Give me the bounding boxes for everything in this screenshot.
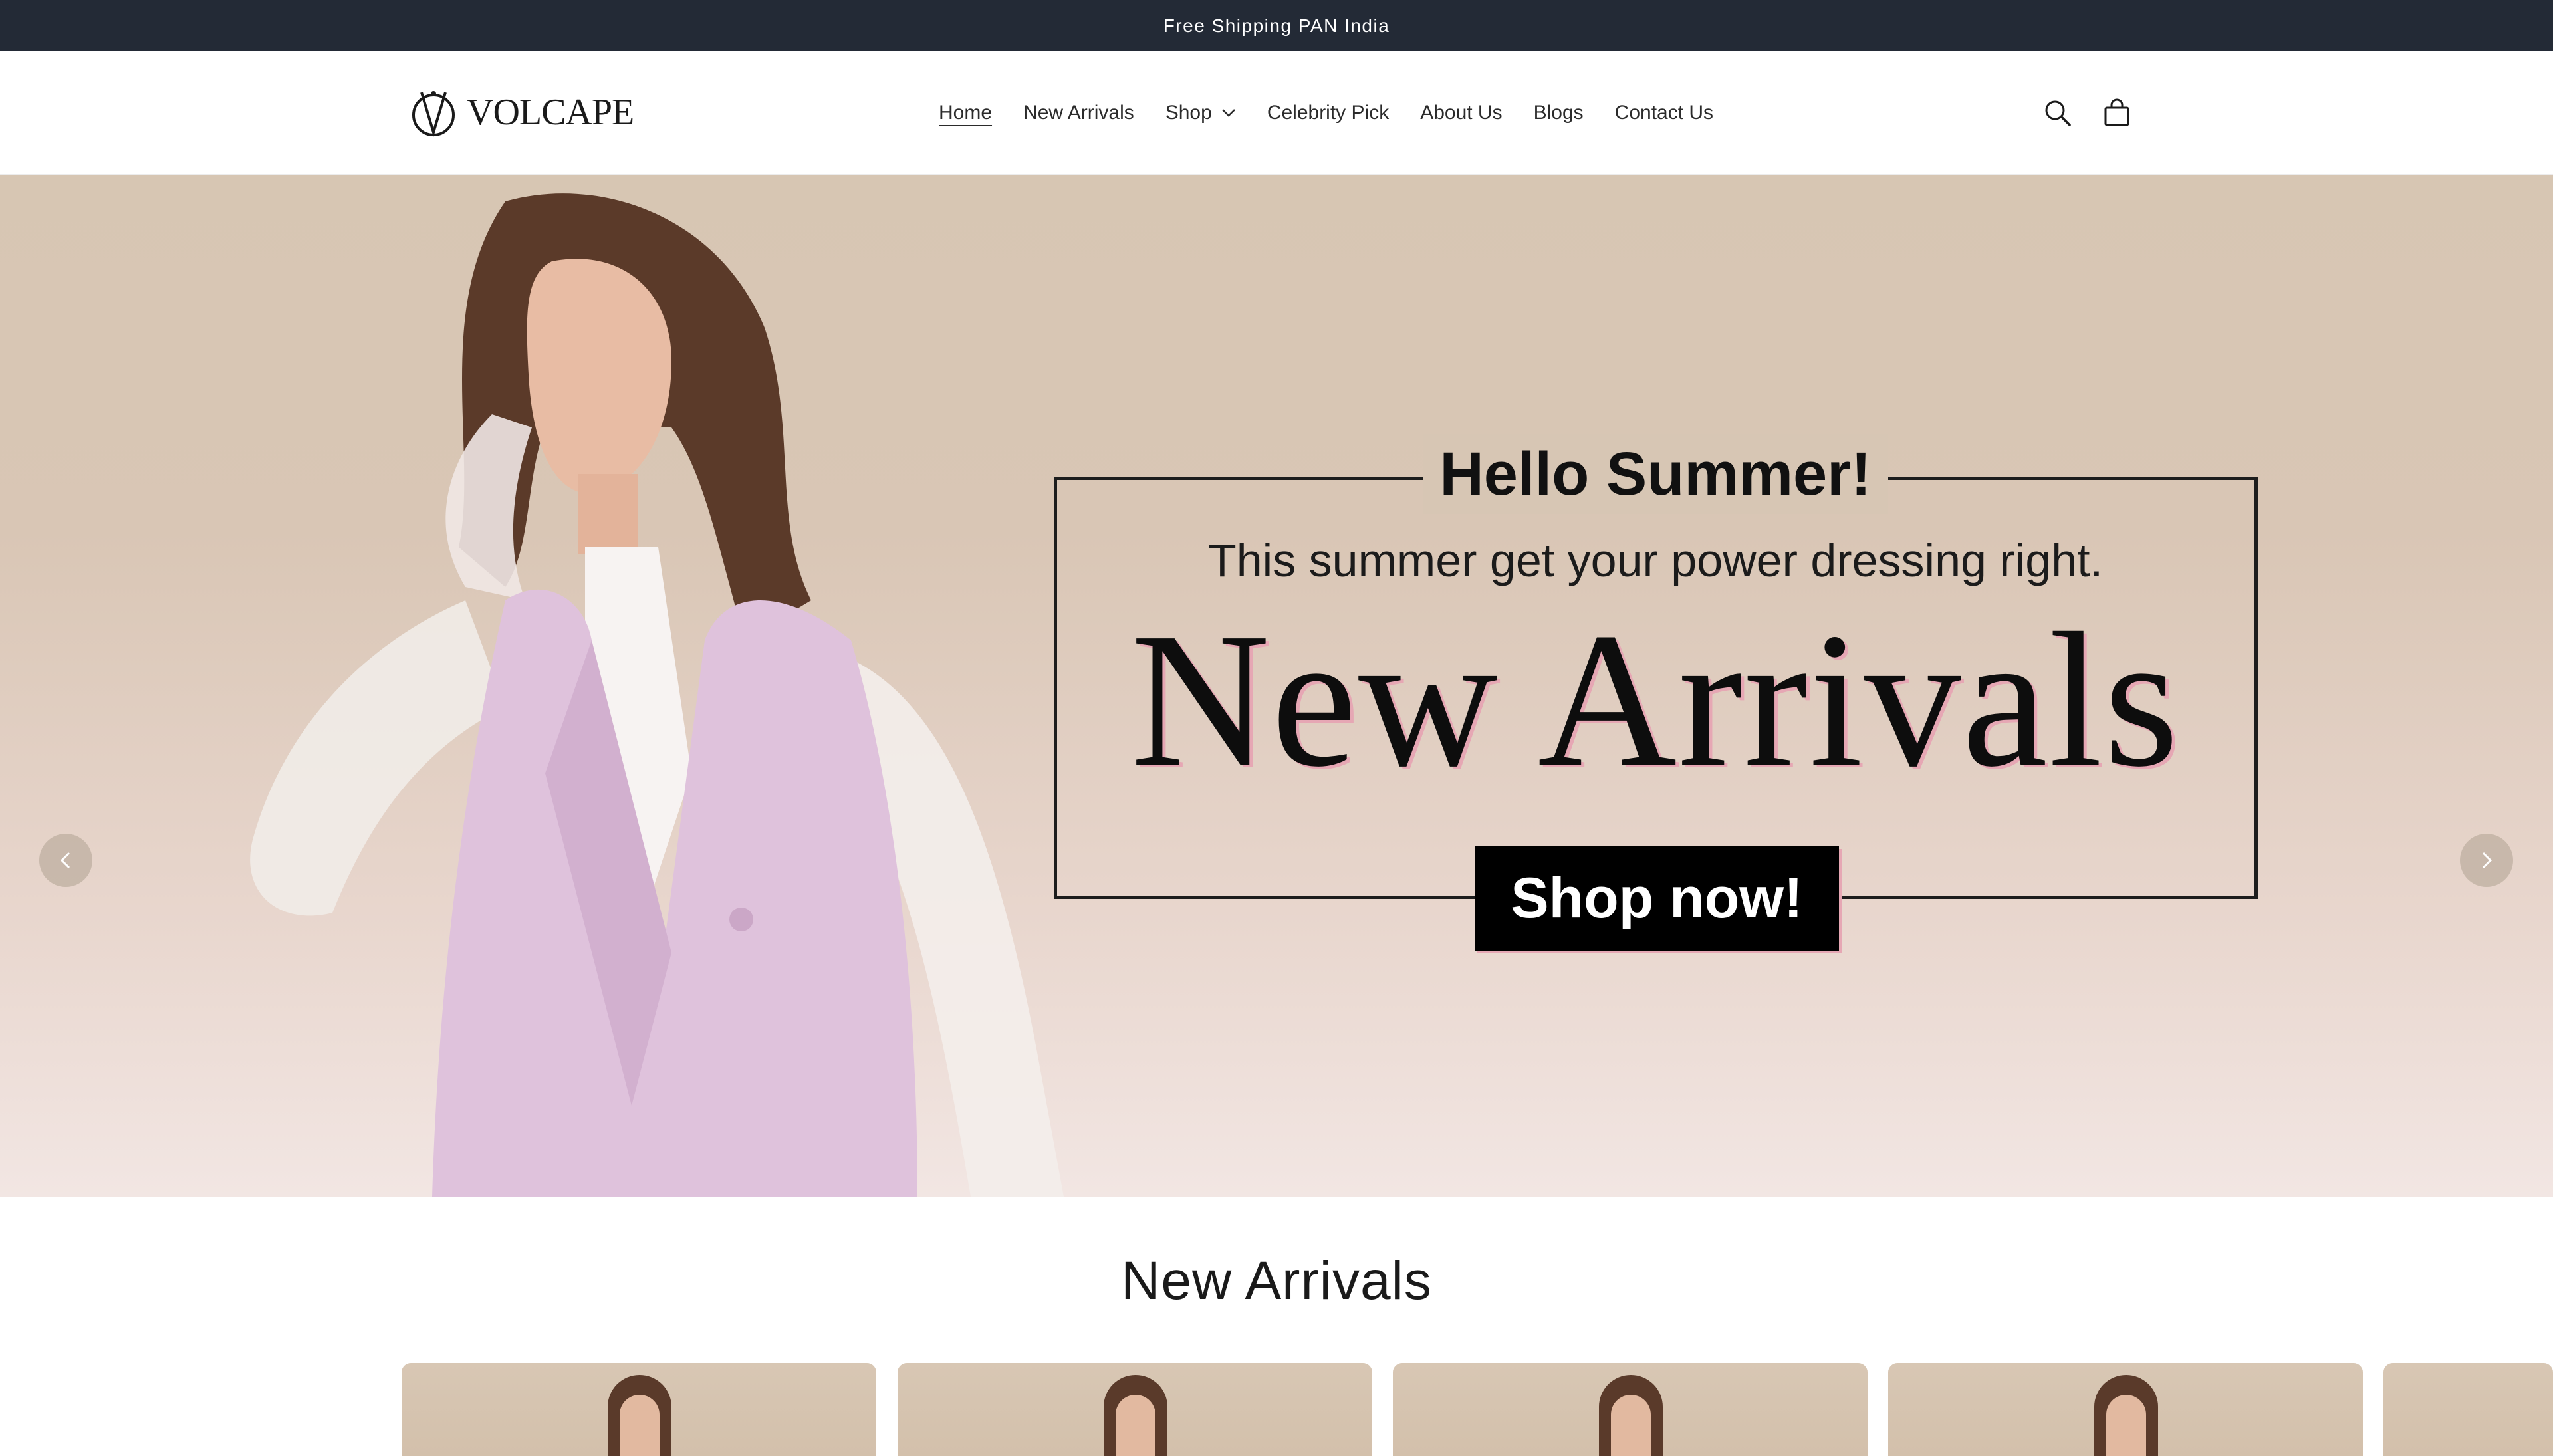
product-card[interactable] [898, 1363, 1372, 1456]
cart-button[interactable] [2099, 95, 2135, 131]
chevron-left-icon [60, 852, 70, 869]
search-button[interactable] [2040, 95, 2076, 131]
hero-banner[interactable]: Hello Summer! This summer get your power… [0, 175, 2553, 1197]
nav-item-label: Contact Us [1614, 101, 1714, 124]
chevron-right-icon [2482, 852, 2492, 869]
nav-item-label: Blogs [1533, 101, 1584, 124]
logo-text: VOLCAPE [467, 92, 634, 133]
product-image-face [620, 1395, 660, 1456]
nav-item-label: Celebrity Pick [1267, 101, 1390, 124]
nav-item-label: Shop [1165, 101, 1212, 124]
product-card[interactable] [402, 1363, 876, 1456]
search-icon [2045, 100, 2071, 126]
nav-item-label: New Arrivals [1023, 101, 1134, 124]
hero-heading: Hello Summer! [1423, 434, 1888, 514]
hero-title: New Arrivals [1130, 593, 2181, 806]
brand-logo[interactable]: VOLCAPE [407, 84, 634, 140]
main-nav: Home New Arrivals Shop Celebrity Pick Ab… [939, 51, 1713, 174]
product-image-face [2106, 1395, 2146, 1456]
product-image-face [1611, 1395, 1651, 1456]
nav-item-shop[interactable]: Shop [1165, 102, 1236, 124]
nav-item-contact-us[interactable]: Contact Us [1615, 102, 1713, 124]
site-header: VOLCAPE Home New Arrivals Shop Celebrity… [0, 51, 2553, 176]
product-card[interactable] [2383, 1363, 2553, 1456]
product-card[interactable] [1888, 1363, 2363, 1456]
announcement-bar: Free Shipping PAN India [0, 0, 2553, 51]
nav-item-label: Home [939, 101, 993, 124]
announcement-text: Free Shipping PAN India [1163, 15, 1390, 36]
slider-next-button[interactable] [2460, 834, 2513, 887]
slider-prev-button[interactable] [39, 834, 92, 887]
nav-item-new-arrivals[interactable]: New Arrivals [1023, 102, 1134, 124]
nav-item-home[interactable]: Home [939, 102, 992, 124]
nav-item-about-us[interactable]: About Us [1420, 102, 1502, 124]
chevron-down-icon [1221, 108, 1235, 117]
shop-now-button[interactable]: Shop now! [1475, 846, 1839, 951]
product-card[interactable] [1393, 1363, 1868, 1456]
nav-item-celebrity-pick[interactable]: Celebrity Pick [1267, 102, 1389, 124]
cart-icon [2104, 98, 2129, 126]
nav-item-label: About Us [1420, 101, 1503, 124]
hero-model-image [250, 193, 1064, 1197]
new-arrivals-title: New Arrivals [1121, 1251, 1432, 1311]
nav-item-blogs[interactable]: Blogs [1534, 102, 1584, 124]
hero-subheading: This summer get your power dressing righ… [1207, 535, 2104, 586]
product-image-face [1116, 1395, 1155, 1456]
logo-mark-icon [412, 91, 455, 137]
